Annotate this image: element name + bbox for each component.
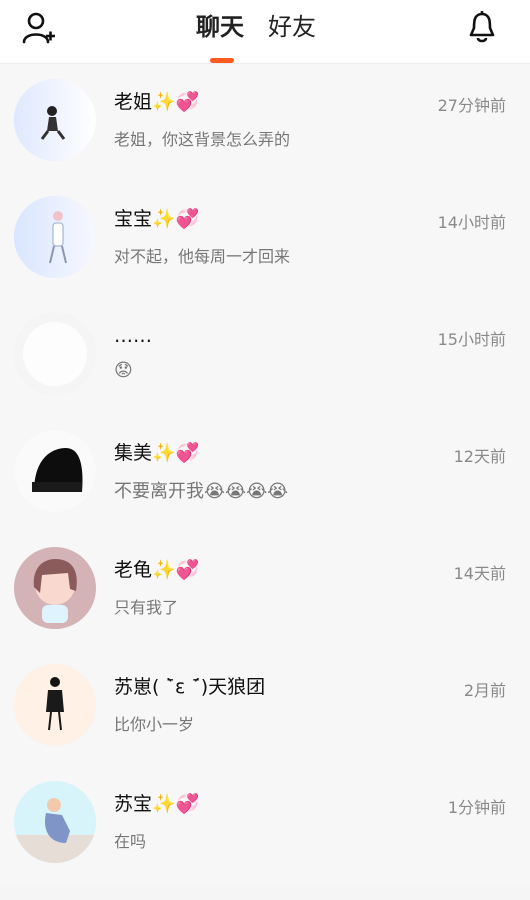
chat-list: 老姐✨💞 27分钟前 老姐，你这背景怎么弄的 宝宝✨💞 14小时前 对不起，他每… (0, 64, 530, 883)
chat-row[interactable]: 集美✨💞 12天前 不要离开我😭😭😭😭 (0, 415, 530, 532)
tab-chat[interactable]: 聊天 (196, 10, 244, 44)
chat-preview: 比你小一岁 (114, 715, 195, 734)
avatar[interactable] (14, 547, 96, 629)
avatar-anime-portrait-icon (14, 547, 96, 629)
chat-preview: 老姐，你这背景怎么弄的 (114, 130, 291, 149)
avatar-crouching-girl-icon (14, 781, 96, 863)
avatar-blurred-icon (14, 313, 96, 395)
add-friend-icon[interactable] (22, 12, 56, 44)
avatar[interactable] (14, 196, 96, 278)
avatar[interactable] (14, 79, 96, 161)
chat-preview: 对不起，他每周一才回来 (114, 247, 291, 266)
avatar[interactable] (14, 313, 96, 395)
tab-friends[interactable]: 好友 (268, 10, 316, 44)
chat-tabs: 聊天 好友 (196, 10, 316, 44)
chat-time: 15小时前 (437, 330, 506, 349)
chat-name: 苏宝✨💞 (114, 793, 200, 815)
avatar-anime-girl-icon (14, 196, 96, 278)
chat-name: …… (114, 325, 152, 347)
avatar-girl-sitting-icon (14, 79, 96, 161)
chat-row[interactable]: 苏崽( ˉ̀ε ˉ́)天狼团 2月前 比你小一岁 (0, 649, 530, 766)
avatar[interactable] (14, 664, 96, 746)
chat-time: 14小时前 (437, 213, 506, 232)
chat-time: 12天前 (453, 447, 506, 466)
chat-name: 苏崽( ˉ̀ε ˉ́)天狼团 (114, 676, 266, 698)
chat-preview: 在吗 (114, 832, 147, 851)
chat-time: 14天前 (453, 564, 506, 583)
chat-row[interactable]: 老姐✨💞 27分钟前 老姐，你这背景怎么弄的 (0, 64, 530, 181)
chat-time: 2月前 (463, 681, 506, 700)
chat-preview: 不要离开我😭😭😭😭 (114, 481, 289, 502)
chat-name: 宝宝✨💞 (114, 208, 200, 230)
chat-preview: 😟 (114, 360, 133, 381)
chat-preview: 只有我了 (114, 598, 179, 617)
active-tab-indicator (210, 58, 234, 63)
avatar-standing-girl-icon (14, 664, 96, 746)
chat-name: 老姐✨💞 (114, 91, 200, 113)
chat-row[interactable]: 老龟✨💞 14天前 只有我了 (0, 532, 530, 649)
chat-row[interactable]: 宝宝✨💞 14小时前 对不起，他每周一才回来 (0, 181, 530, 298)
avatar-dark-hair-icon (14, 430, 96, 512)
chat-time: 27分钟前 (437, 96, 506, 115)
notification-bell-icon[interactable] (466, 10, 498, 44)
avatar[interactable] (14, 430, 96, 512)
chat-name: 集美✨💞 (114, 442, 200, 464)
chat-name: 老龟✨💞 (114, 559, 200, 581)
top-bar: 聊天 好友 (0, 0, 530, 64)
chat-time: 1分钟前 (447, 798, 506, 817)
avatar[interactable] (14, 781, 96, 863)
chat-row[interactable]: 苏宝✨💞 1分钟前 在吗 (0, 766, 530, 883)
chat-row[interactable]: …… 15小时前 😟 (0, 298, 530, 415)
